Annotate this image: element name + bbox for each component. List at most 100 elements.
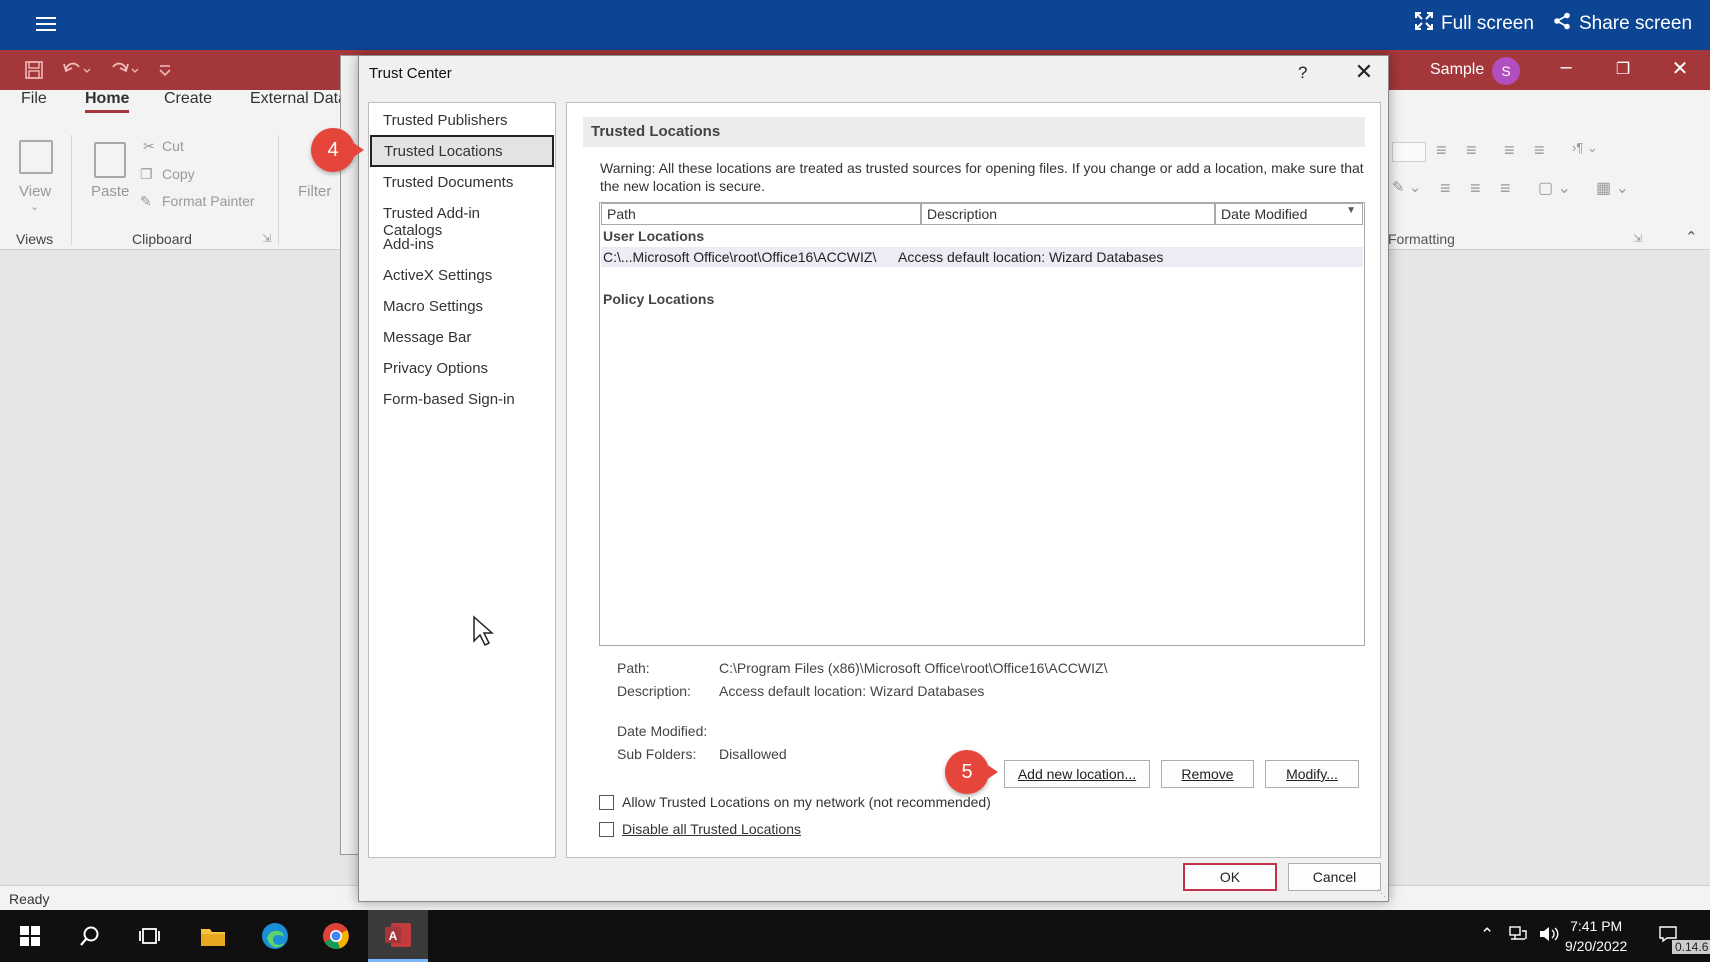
chevron-down-icon[interactable]: ⌄ — [30, 200, 39, 213]
column-description[interactable]: Description — [921, 203, 1215, 225]
remove-label: Remove — [1181, 766, 1234, 782]
menu-icon[interactable] — [36, 14, 56, 34]
column-date-modified[interactable]: Date Modified ▼ — [1215, 203, 1363, 225]
copy-button[interactable]: Copy — [162, 166, 195, 182]
view-icon[interactable] — [19, 140, 53, 174]
tab-file[interactable]: File — [21, 90, 47, 108]
network-icon[interactable] — [1508, 925, 1528, 948]
views-group-label: Views — [16, 231, 54, 247]
format-painter-icon: ✎ — [140, 193, 152, 209]
allow-network-label[interactable]: Allow Trusted Locations on my network (n… — [622, 794, 991, 810]
tab-home[interactable]: Home — [85, 90, 130, 113]
row-path: C:\...Microsoft Office\root\Office16\ACC… — [603, 249, 877, 265]
volume-icon[interactable] — [1538, 925, 1560, 948]
trusted-locations-list[interactable]: Path Description Date Modified ▼ User Lo… — [599, 202, 1365, 646]
resize-grip-icon[interactable]: ⋱ — [1377, 888, 1386, 899]
minimize-icon[interactable]: – — [1546, 56, 1586, 79]
ok-button[interactable]: OK — [1183, 863, 1277, 891]
collapse-ribbon-icon[interactable]: ⌃ — [1685, 228, 1698, 246]
disable-all-checkbox[interactable] — [599, 822, 614, 837]
taskbar-clock[interactable]: 7:41 PM 9/20/2022 — [1565, 916, 1627, 956]
user-name[interactable]: Sample — [1430, 61, 1484, 79]
edge-icon[interactable] — [245, 910, 305, 962]
close-icon[interactable]: ✕ — [1660, 56, 1700, 81]
cut-button[interactable]: Cut — [162, 138, 184, 154]
share-screen-label: Share screen — [1579, 13, 1693, 34]
help-button[interactable]: ? — [1298, 63, 1307, 83]
bullets-icon[interactable]: ≡ — [1436, 140, 1447, 161]
nav-form-based-sign-in[interactable]: Form-based Sign-in — [369, 383, 555, 415]
nav-privacy-options[interactable]: Privacy Options — [369, 352, 555, 384]
paste-icon[interactable] — [94, 142, 126, 178]
section-title: Trusted Locations — [583, 117, 1365, 147]
nav-trusted-locations[interactable]: Trusted Locations — [370, 135, 554, 167]
chrome-icon[interactable] — [306, 910, 366, 962]
dialog-launcher-icon[interactable]: ⇲ — [262, 232, 271, 245]
search-icon[interactable] — [60, 910, 120, 962]
customize-qat-icon[interactable] — [158, 60, 172, 85]
numbering-icon[interactable]: ≡ — [1466, 140, 1477, 161]
scissors-icon: ✂ — [143, 138, 155, 154]
paste-button[interactable]: Paste — [91, 183, 129, 200]
disable-all-label[interactable]: Disable all Trusted Locations — [622, 821, 801, 837]
save-icon[interactable] — [24, 60, 44, 85]
allow-network-checkbox[interactable] — [599, 795, 614, 810]
share-screen-button[interactable]: Share screen — [1553, 12, 1692, 36]
add-new-location-button[interactable]: Add new location... — [1004, 760, 1150, 788]
nav-message-bar[interactable]: Message Bar — [369, 321, 555, 353]
filter-button[interactable]: Filter — [298, 183, 331, 200]
indent-icon[interactable]: ≡ — [1504, 140, 1515, 161]
nav-trusted-documents[interactable]: Trusted Documents — [369, 166, 555, 198]
row-description: Access default location: Wizard Database… — [898, 249, 1164, 265]
dialog-launcher-icon[interactable]: ⇲ — [1633, 232, 1642, 245]
clock-date: 9/20/2022 — [1565, 938, 1628, 954]
version-label: 0.14.6 — [1672, 940, 1710, 954]
redo-icon[interactable] — [110, 60, 140, 85]
formatting-group-label: Formatting — [1388, 231, 1455, 247]
date-modified-label: Date Modified — [1221, 206, 1308, 222]
sub-folders-label: Sub Folders: — [617, 746, 697, 762]
nav-trusted-publishers[interactable]: Trusted Publishers — [369, 104, 555, 136]
tab-create[interactable]: Create — [164, 90, 212, 108]
clipboard-group-label: Clipboard — [132, 231, 192, 247]
list-header: Path Description Date Modified ▼ — [600, 203, 1364, 225]
gridlines-icon[interactable]: ▦ ⌄ — [1596, 178, 1629, 198]
nav-activex-settings[interactable]: ActiveX Settings — [369, 259, 555, 291]
nav-add-ins[interactable]: Add-ins — [369, 228, 555, 260]
restore-icon[interactable]: ❐ — [1603, 59, 1643, 79]
task-view-icon[interactable] — [120, 910, 180, 962]
undo-icon[interactable] — [62, 60, 92, 85]
full-screen-button[interactable]: Full screen — [1414, 11, 1534, 36]
file-explorer-icon[interactable] — [183, 910, 243, 962]
column-path[interactable]: Path — [601, 203, 921, 225]
sort-dropdown-icon[interactable]: ▼ — [1346, 205, 1356, 216]
avatar[interactable]: S — [1492, 57, 1520, 85]
view-button[interactable]: View — [19, 183, 51, 200]
font-size-dropdown[interactable] — [1392, 142, 1426, 162]
access-app-icon[interactable]: A — [368, 910, 428, 962]
tab-external-data[interactable]: External Data — [250, 90, 347, 108]
highlight-icon[interactable]: ✎ ⌄ — [1392, 178, 1421, 196]
outdent-icon[interactable]: ≡ — [1534, 140, 1545, 161]
chevron-up-icon[interactable]: ⌃ — [1480, 925, 1494, 945]
table-row[interactable]: C:\...Microsoft Office\root\Office16\ACC… — [601, 247, 1363, 267]
align-center-icon[interactable]: ≡ — [1470, 178, 1481, 199]
align-left-icon[interactable]: ≡ — [1440, 178, 1451, 199]
trust-center-nav: Trusted Publishers Trusted Locations Tru… — [368, 102, 556, 858]
status-text: Ready — [9, 891, 50, 907]
paragraph-direction-icon[interactable]: ›¶ ⌄ — [1572, 140, 1598, 156]
shape-fill-icon[interactable]: ▢ ⌄ — [1538, 178, 1571, 198]
trusted-locations-panel: Trusted Locations Warning: All these loc… — [566, 102, 1381, 858]
align-right-icon[interactable]: ≡ — [1500, 178, 1511, 199]
windows-start-icon[interactable] — [0, 910, 60, 962]
remove-button[interactable]: Remove — [1161, 760, 1254, 788]
path-value: C:\Program Files (x86)\Microsoft Office\… — [719, 660, 1108, 676]
cancel-button[interactable]: Cancel — [1288, 863, 1381, 891]
nav-trusted-add-in-catalogs[interactable]: Trusted Add-in Catalogs — [369, 197, 555, 239]
format-painter-button[interactable]: Format Painter — [162, 193, 255, 209]
step-4-badge: 4 — [311, 128, 364, 172]
close-dialog-button[interactable]: ✕ — [1349, 59, 1379, 85]
modify-button[interactable]: Modify... — [1265, 760, 1359, 788]
nav-macro-settings[interactable]: Macro Settings — [369, 290, 555, 322]
policy-locations-label: Policy Locations — [603, 291, 715, 307]
